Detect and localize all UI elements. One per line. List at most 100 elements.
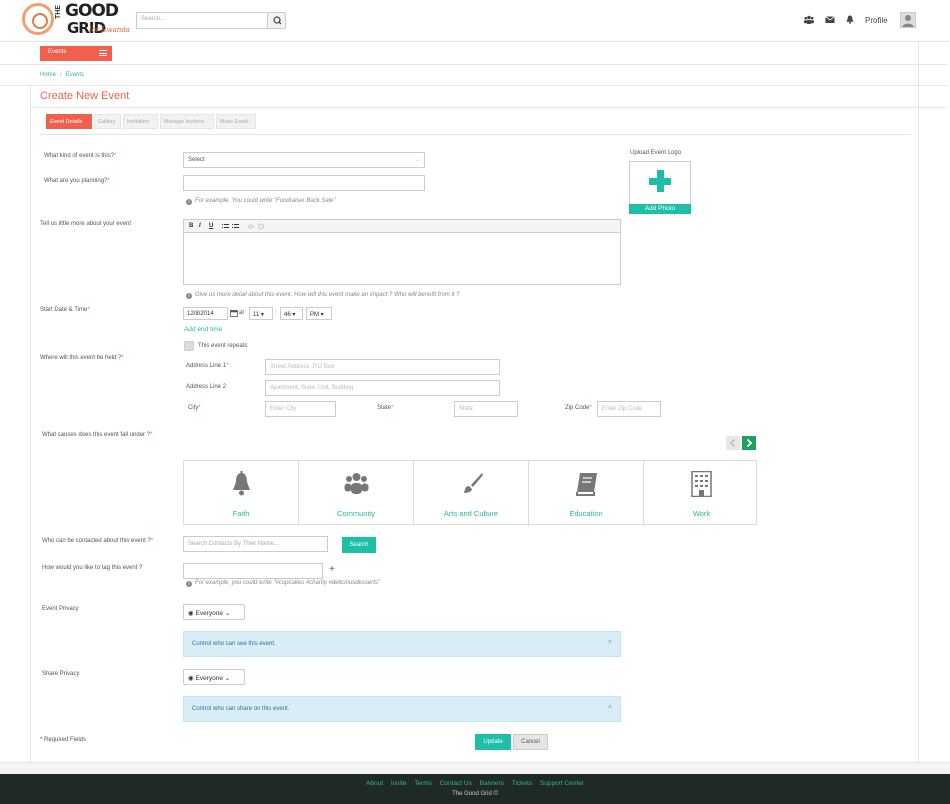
update-button[interactable]: Update bbox=[475, 734, 511, 750]
footer-link-about[interactable]: About bbox=[366, 780, 383, 787]
cancel-button[interactable]: Cancel bbox=[513, 734, 548, 750]
info-icon: i bbox=[186, 293, 192, 299]
tag-input[interactable] bbox=[183, 563, 323, 579]
kind-label: What kind of event is this?* bbox=[44, 153, 116, 159]
contact-search-input[interactable]: Search Contacts By Their Name... bbox=[183, 536, 328, 552]
footer-link-terms[interactable]: Terms bbox=[414, 780, 432, 787]
tab-manage-invitees[interactable]: Manage Invitees bbox=[160, 114, 214, 129]
cause-faith[interactable]: Faith bbox=[184, 461, 299, 526]
book-icon bbox=[576, 473, 597, 496]
tab-mass-email[interactable]: Mass Email bbox=[216, 114, 256, 129]
profile-link[interactable]: Profile bbox=[865, 16, 888, 25]
city-input[interactable]: Enter City bbox=[265, 401, 336, 417]
footer-link-contact-us[interactable]: Contact Us bbox=[440, 780, 472, 787]
description-label: Tell us little more about your event bbox=[40, 221, 132, 227]
add-tag-button[interactable]: + bbox=[329, 564, 335, 575]
cause-community[interactable]: Community bbox=[299, 461, 414, 526]
tab-invitation[interactable]: Invitation bbox=[123, 114, 158, 129]
content-right-border bbox=[918, 42, 919, 762]
ampm-select[interactable]: PM ▾ bbox=[306, 307, 332, 320]
bell-icon bbox=[233, 471, 250, 496]
state-label-text: State bbox=[377, 405, 392, 411]
globe-icon: ◉ bbox=[188, 675, 194, 682]
underline-button[interactable]: U bbox=[209, 223, 213, 229]
share-privacy-alert-text: Control who can share on this event. bbox=[192, 706, 290, 712]
bold-button[interactable]: B bbox=[189, 223, 193, 229]
envelope-icon[interactable] bbox=[825, 15, 835, 24]
cause-label: Work bbox=[692, 509, 711, 518]
paintbrush-icon bbox=[464, 473, 483, 493]
cause-education[interactable]: Education bbox=[529, 461, 644, 526]
required-asterisk: * bbox=[150, 432, 153, 438]
event-privacy-label: Event Privacy bbox=[42, 606, 79, 612]
event-privacy-dropdown[interactable]: ◉ Everyone ⌄ bbox=[183, 604, 245, 620]
header-search-button[interactable] bbox=[267, 12, 286, 29]
causes-next-button[interactable] bbox=[742, 436, 756, 450]
header-search-input[interactable]: Search... bbox=[136, 12, 267, 29]
zip-label: Zip Code* bbox=[565, 405, 592, 411]
city-label: City* bbox=[188, 405, 201, 411]
contact-label-text: Who can be contacted about this event ? bbox=[42, 538, 151, 544]
user-avatar-icon[interactable] bbox=[900, 12, 916, 28]
footer-link-banners[interactable]: Banners bbox=[480, 780, 504, 787]
page-title: Create New Event bbox=[40, 90, 130, 102]
causes-prev-button[interactable] bbox=[726, 436, 740, 450]
users-icon[interactable] bbox=[804, 15, 814, 24]
start-date-input[interactable]: 12/8/2014 bbox=[183, 307, 228, 320]
add-end-time-link[interactable]: Add end time bbox=[184, 326, 222, 333]
repeat-checkbox[interactable] bbox=[184, 341, 194, 351]
link-icons[interactable] bbox=[248, 223, 268, 230]
contact-label: Who can be contacted about this event ?* bbox=[42, 538, 153, 544]
footer-link-support-center[interactable]: Support Center bbox=[540, 780, 584, 787]
editor-toolbar: B I U bbox=[183, 219, 621, 233]
tab-gallery[interactable]: Gallery bbox=[94, 114, 121, 129]
logo-good: GOOD bbox=[65, 1, 119, 21]
event-privacy-alert-text: Control who can see this event. bbox=[192, 641, 276, 647]
sub-nav-bar bbox=[0, 42, 947, 65]
causes-grid: Faith Community Arts and Culture Educati… bbox=[183, 460, 759, 526]
close-icon[interactable]: × bbox=[608, 704, 612, 711]
logo-the: THE bbox=[55, 5, 62, 19]
planning-help-text: For example, You could write "Fundraiser… bbox=[195, 198, 336, 204]
list-icons[interactable] bbox=[222, 223, 244, 230]
hamburger-icon[interactable] bbox=[99, 50, 107, 56]
close-icon[interactable]: × bbox=[608, 639, 612, 646]
cause-arts-and-culture[interactable]: Arts and Culture bbox=[414, 461, 529, 526]
cause-label: Community bbox=[337, 509, 375, 518]
cause-work[interactable]: Work bbox=[644, 461, 759, 526]
breadcrumb-home[interactable]: Home bbox=[40, 72, 56, 78]
required-asterisk: * bbox=[150, 538, 154, 544]
minute-select[interactable]: 46 ▾ bbox=[280, 307, 303, 320]
where-label-text: Where will this event be held ? bbox=[40, 355, 122, 361]
event-kind-value: Select bbox=[188, 157, 205, 163]
planning-input[interactable] bbox=[183, 175, 425, 191]
footer-link-tickets[interactable]: Tickets bbox=[512, 780, 532, 787]
tab-event-details[interactable]: Event Details bbox=[46, 114, 92, 129]
hour-select[interactable]: 11 ▾ bbox=[249, 307, 273, 320]
required-asterisk: * bbox=[198, 405, 201, 411]
hour-value: 11 bbox=[253, 312, 260, 318]
required-asterisk: * bbox=[589, 405, 592, 411]
description-help-text: Give us more detail about this event, Ho… bbox=[195, 292, 460, 298]
zip-input[interactable]: Enter Zip Code bbox=[597, 401, 661, 417]
city-label-text: City bbox=[188, 405, 199, 411]
plus-icon-bar bbox=[649, 178, 671, 185]
chevron-down-icon: ⌄ bbox=[414, 157, 420, 163]
logo-flower-icon[interactable] bbox=[22, 3, 54, 35]
users-icon bbox=[344, 473, 369, 494]
breadcrumb-current[interactable]: Events bbox=[66, 72, 84, 78]
zip-label-text: Zip Code bbox=[565, 405, 590, 411]
italic-button[interactable]: I bbox=[199, 223, 201, 229]
footer-link-invite[interactable]: Invite bbox=[391, 780, 407, 787]
required-asterisk: * bbox=[121, 355, 124, 361]
event-kind-select[interactable]: Select ⌄ bbox=[183, 152, 425, 168]
add-photo-button[interactable]: Add Photo bbox=[629, 204, 691, 214]
address1-input[interactable]: Street Address, P.O Box bbox=[265, 359, 500, 375]
share-privacy-dropdown[interactable]: ◉ Everyone ⌄ bbox=[183, 669, 245, 685]
contact-search-button[interactable]: Search bbox=[342, 537, 376, 553]
state-input[interactable]: State bbox=[454, 401, 518, 417]
calendar-icon[interactable] bbox=[230, 309, 238, 319]
address2-input[interactable]: Apartment, Suite, Unit, Building bbox=[265, 380, 500, 396]
bell-icon[interactable] bbox=[845, 15, 855, 24]
footer-copyright: The Good Grid © bbox=[452, 791, 498, 797]
